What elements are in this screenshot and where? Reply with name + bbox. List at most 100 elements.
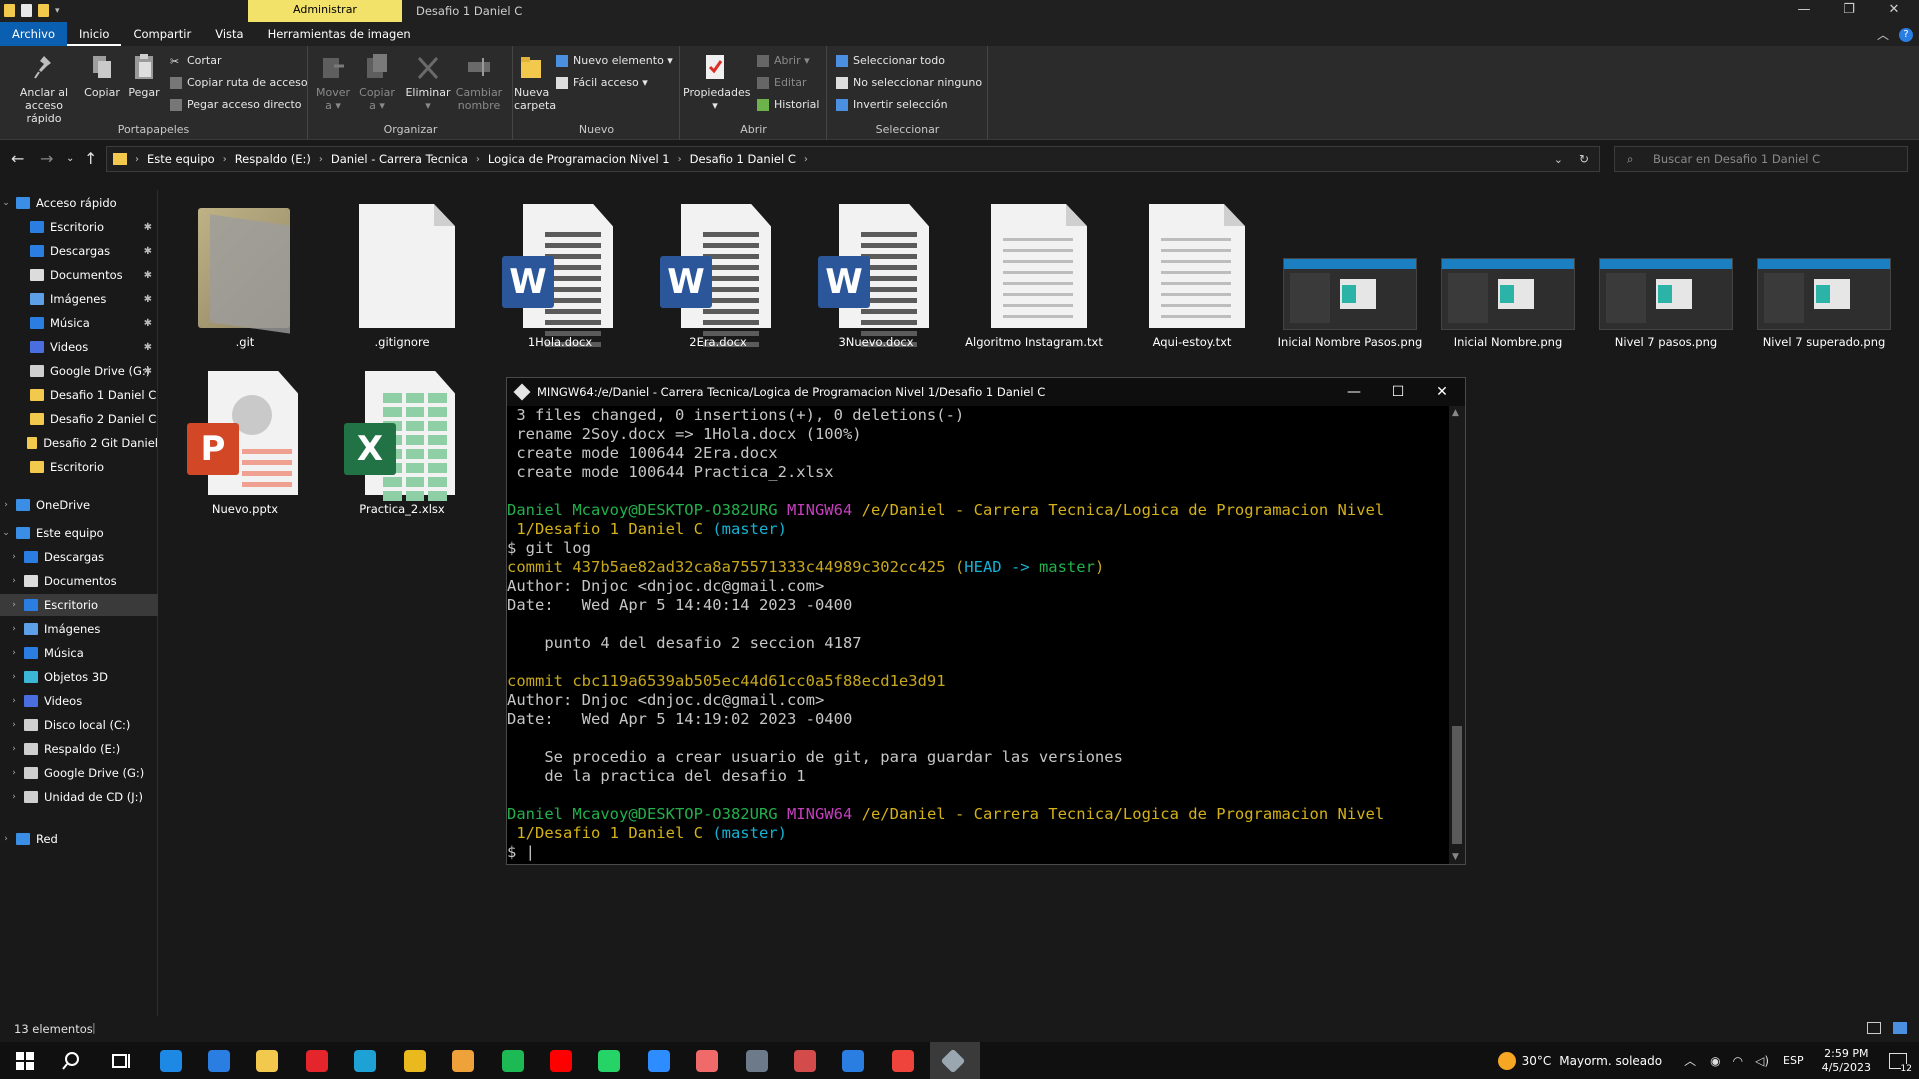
chevron-right-icon[interactable]: › [223,154,227,165]
nav-onedrive[interactable]: › OneDrive [0,494,158,516]
close-button[interactable]: ✕ [1873,0,1915,22]
address-dropdown-icon[interactable]: ⌄ [1554,153,1563,166]
nav-pc-item[interactable]: › Unidad de CD (J:) [0,786,158,808]
address-input[interactable]: › Este equipo › Respaldo (E:) › Daniel -… [106,146,1600,172]
forward-arrow-icon[interactable]: → [40,149,53,168]
details-view-icon[interactable] [1867,1022,1881,1034]
chevron-right-icon[interactable]: › [8,792,20,802]
chevron-right-icon[interactable]: › [8,768,20,778]
file-item[interactable]: P Nuevo.pptx [170,365,320,516]
chevron-right-icon[interactable]: › [8,672,20,682]
copy-button[interactable]: Copiar [82,52,122,99]
new-item-button[interactable]: Nuevo elemento ▾ [556,54,673,67]
easy-access-button[interactable]: Fácil acceso ▾ [556,76,648,89]
file-item[interactable]: Inicial Nombre.png [1433,198,1583,353]
nav-quick-item[interactable]: Desafio 2 Daniel C [0,408,158,430]
chevron-right-icon[interactable]: › [0,500,12,510]
pin-icon[interactable]: ✱ [144,318,152,329]
back-arrow-icon[interactable]: ← [11,149,24,168]
nav-pc-item[interactable]: › Disco local (C:) [0,714,158,736]
paint-icon[interactable] [794,1050,816,1072]
terminal-scrollbar[interactable]: ▲ ▼ [1449,406,1465,864]
nav-quick-item[interactable]: Escritorio ✱ [0,216,158,238]
file-item[interactable]: .gitignore [327,198,477,353]
large-icons-view-icon[interactable] [1893,1022,1907,1034]
youtube-icon[interactable] [550,1050,572,1072]
nav-pc-item[interactable]: › Descargas [0,546,158,568]
git-bash-window[interactable]: MINGW64:/e/Daniel - Carrera Tecnica/Logi… [506,377,1466,865]
chevron-down-icon[interactable]: ⌄ [0,528,12,538]
file-explorer-icon[interactable] [256,1050,278,1072]
calculator-icon[interactable] [746,1050,768,1072]
terminal-maximize-button[interactable]: ☐ [1376,378,1420,406]
nav-quick-item[interactable]: Descargas ✱ [0,240,158,262]
task-view-icon[interactable] [110,1050,132,1072]
chevron-right-icon[interactable]: › [476,154,480,165]
nav-pc-item[interactable]: › Google Drive (G:) [0,762,158,784]
chevron-right-icon[interactable]: › [804,154,808,165]
rename-button[interactable]: Cambiar nombre [455,52,503,112]
nav-quick-item[interactable]: Música ✱ [0,312,158,334]
file-item[interactable]: Nivel 7 superado.png [1749,198,1899,353]
chevron-right-icon[interactable]: › [8,600,20,610]
breadcrumb-desafio[interactable]: Desafio 1 Daniel C [690,152,796,166]
nav-pc-item[interactable]: › Documentos [0,570,158,592]
chevron-down-icon[interactable]: ▾ [55,6,60,16]
paste-button[interactable]: Pegar [124,52,164,99]
breadcrumb-carrera[interactable]: Daniel - Carrera Tecnica [331,152,468,166]
copy-path-button[interactable]: Copiar ruta de acceso [170,76,308,89]
pin-icon[interactable]: ✱ [144,270,152,281]
mail-icon[interactable] [208,1050,230,1072]
properties-icon[interactable] [21,4,32,17]
chevron-right-icon[interactable]: › [8,624,20,634]
nav-quick-item[interactable]: Desafio 2 Git Daniel [0,432,158,454]
context-tab-administrar[interactable]: Administrar [248,0,402,22]
breadcrumb-logica[interactable]: Logica de Programacion Nivel 1 [488,152,670,166]
paste-shortcut-button[interactable]: Pegar acceso directo [170,98,302,111]
file-item[interactable]: Nivel 7 pasos.png [1591,198,1741,353]
chevron-right-icon[interactable]: › [319,154,323,165]
tray-chevron-up-icon[interactable]: ︿ [1684,1052,1696,1069]
weather-sun-icon[interactable] [1497,1051,1516,1070]
collapse-ribbon-icon[interactable]: ︿ [1877,26,1889,43]
spotify-icon[interactable] [502,1050,524,1072]
weather-text[interactable]: Mayorm. soleado [1559,1054,1662,1068]
language-indicator[interactable]: ESP [1783,1054,1804,1067]
zoom-icon[interactable] [648,1050,670,1072]
edit-button[interactable]: Editar [757,76,807,89]
chevron-right-icon[interactable]: › [8,552,20,562]
help-icon[interactable]: ? [1899,27,1913,42]
nav-pc-item[interactable]: › Respaldo (E:) [0,738,158,760]
file-item[interactable]: Aqui-estoy.txt [1117,198,1267,353]
notifications-icon[interactable]: 12 [1889,1052,1912,1074]
select-none-button[interactable]: No seleccionar ninguno [836,76,982,89]
chevron-down-icon[interactable]: ⌄ [0,198,12,208]
nav-quick-item[interactable]: Documentos ✱ [0,264,158,286]
nav-quick-item[interactable]: Escritorio [0,456,158,478]
store-icon[interactable] [160,1050,182,1072]
chrome-icon[interactable] [404,1050,426,1072]
delete-button[interactable]: Eliminar ▾ [405,52,451,112]
pin-icon[interactable]: ✱ [144,246,152,257]
terminal-output[interactable]: 3 files changed, 0 insertions(+), 0 dele… [507,406,1447,864]
chevron-right-icon[interactable]: › [8,720,20,730]
clock[interactable]: 2:59 PM 4/5/2023 [1822,1047,1871,1075]
nav-network[interactable]: › Red [0,828,158,850]
nav-quick-item[interactable]: Desafio 1 Daniel C [0,384,158,406]
chevron-right-icon[interactable]: › [8,744,20,754]
history-button[interactable]: Historial [757,98,819,111]
nav-quick-item[interactable]: Videos ✱ [0,336,158,358]
nav-pc-item[interactable]: › Imágenes [0,618,158,640]
file-item[interactable]: W 1Hola.docx [485,198,635,353]
nav-quick-access[interactable]: ⌄ Acceso rápido [0,192,158,214]
file-item[interactable]: .git [170,198,320,353]
scroll-down-icon[interactable]: ▼ [1452,852,1459,862]
terminal-minimize-button[interactable]: — [1332,378,1376,406]
media-player-icon[interactable] [452,1050,474,1072]
file-item[interactable]: Algoritmo Instagram.txt [959,198,1109,353]
pin-quick-access-button[interactable]: Anclar al acceso rápido [6,52,82,125]
file-item[interactable]: W 2Era.docx [643,198,793,353]
properties-button[interactable]: Propiedades ▾ [683,52,750,112]
chevron-right-icon[interactable]: › [8,696,20,706]
whatsapp-icon[interactable] [598,1050,620,1072]
